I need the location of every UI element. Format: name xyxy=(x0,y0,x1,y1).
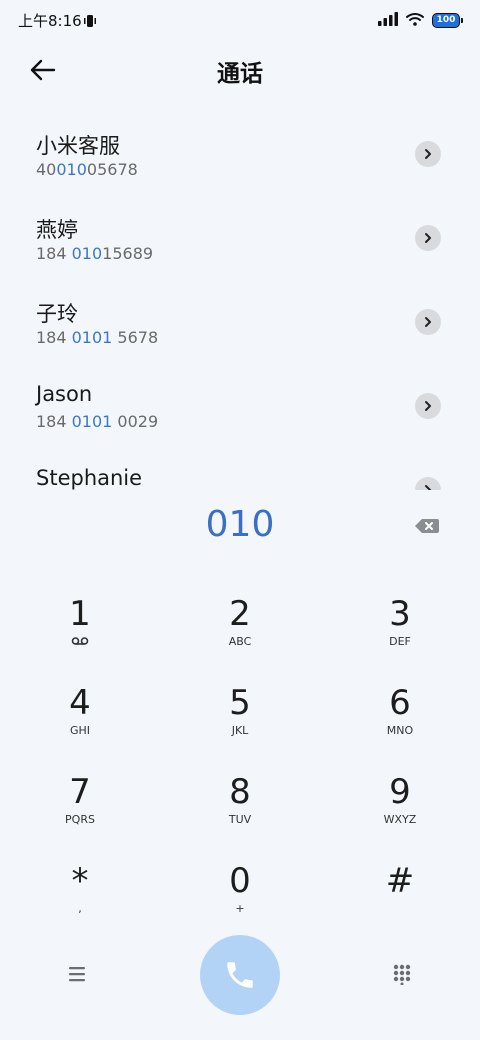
dial-display: 010 xyxy=(0,502,480,552)
key-digit: 1 xyxy=(69,594,91,634)
chevron-right-icon xyxy=(425,149,431,159)
backspace-button[interactable] xyxy=(414,516,440,536)
contact-name: 燕婷 xyxy=(36,218,78,242)
contact-name: 小米客服 xyxy=(36,134,120,158)
key-0[interactable]: 0 + xyxy=(170,861,310,941)
key-digit: 8 xyxy=(229,772,251,812)
key-digit: 6 xyxy=(389,683,411,723)
bottom-bar xyxy=(0,934,480,1016)
contact-number: 4001005678 xyxy=(36,160,138,179)
chevron-right-icon xyxy=(425,401,431,411)
contact-row[interactable]: Jason 184 0101 0029 xyxy=(0,364,480,448)
key-digit: 5 xyxy=(229,683,251,723)
key-digit: # xyxy=(385,861,415,901)
key-letters: , xyxy=(78,902,82,915)
dialpad-toggle-button[interactable] xyxy=(391,963,413,986)
key-4[interactable]: 4 GHI xyxy=(10,683,150,763)
key-letters: ABC xyxy=(228,635,252,648)
key-hash[interactable]: # xyxy=(330,861,470,941)
contact-name: Jason xyxy=(36,382,93,406)
contact-name: Stephanie xyxy=(36,466,143,490)
key-8[interactable]: 8 TUV xyxy=(170,772,310,852)
key-digit: 9 xyxy=(389,772,411,812)
contact-row[interactable]: 燕婷 184 01015689 xyxy=(0,196,480,280)
key-7[interactable]: 7 PQRS xyxy=(10,772,150,852)
dialpad-icon xyxy=(393,964,411,986)
vibrate-icon xyxy=(84,13,96,32)
contact-detail-button[interactable] xyxy=(415,225,441,251)
key-letters: MNO xyxy=(386,724,414,737)
key-9[interactable]: 9 WXYZ xyxy=(330,772,470,852)
backspace-icon xyxy=(415,519,439,533)
key-digit: 0 xyxy=(229,861,251,901)
contact-detail-button[interactable] xyxy=(415,393,441,419)
key-digit: 7 xyxy=(69,772,91,812)
status-icons: 100 xyxy=(378,11,463,30)
contact-results-list[interactable]: 小米客服 4001005678 燕婷 184 01015689 子玲 184 0… xyxy=(0,112,480,490)
contact-name: 子玲 xyxy=(36,302,78,326)
chevron-right-icon xyxy=(425,233,431,243)
status-bar: 上午8:16 100 xyxy=(0,0,480,40)
key-2[interactable]: 2 ABC xyxy=(170,594,310,674)
contact-detail-button[interactable] xyxy=(415,477,441,490)
page-title: 通话 xyxy=(217,61,263,87)
header: 通话 xyxy=(0,48,480,94)
key-1[interactable]: 1 xyxy=(10,594,150,674)
key-letters: DEF xyxy=(389,635,411,648)
contact-detail-button[interactable] xyxy=(415,141,441,167)
voicemail-icon xyxy=(10,636,150,649)
match-highlight: 0101 xyxy=(71,412,113,431)
key-star[interactable]: * , xyxy=(10,861,150,941)
menu-icon xyxy=(69,967,85,982)
dialed-number: 010 xyxy=(205,504,275,545)
key-digit: 2 xyxy=(229,594,251,634)
call-button[interactable] xyxy=(200,935,280,1015)
chevron-right-icon xyxy=(425,317,431,327)
key-letters: + xyxy=(235,902,245,915)
contact-number: 184 01015689 xyxy=(36,244,154,263)
contact-row[interactable]: Stephanie xyxy=(0,448,480,490)
key-letters: PQRS xyxy=(65,813,95,826)
key-digit: 4 xyxy=(69,683,91,723)
contact-row[interactable]: 小米客服 4001005678 xyxy=(0,112,480,196)
signal-icon xyxy=(378,11,398,30)
key-letters: GHI xyxy=(69,724,91,737)
key-digit: * xyxy=(71,861,89,901)
key-digit: 3 xyxy=(389,594,411,634)
key-3[interactable]: 3 DEF xyxy=(330,594,470,674)
key-letters: WXYZ xyxy=(383,813,417,826)
contact-detail-button[interactable] xyxy=(415,309,441,335)
key-letters xyxy=(330,903,470,915)
contact-row[interactable]: 子玲 184 0101 5678 xyxy=(0,280,480,364)
match-highlight: 0101 xyxy=(71,328,113,347)
menu-button[interactable] xyxy=(66,964,90,984)
contact-number: 184 0101 5678 xyxy=(36,328,159,347)
chevron-right-icon xyxy=(425,485,431,490)
match-highlight: 010 xyxy=(71,244,103,263)
key-6[interactable]: 6 MNO xyxy=(330,683,470,763)
key-letters: JKL xyxy=(231,724,249,737)
wifi-icon xyxy=(406,11,424,30)
phone-icon xyxy=(227,962,253,988)
contact-number: 184 0101 0029 xyxy=(36,412,159,431)
match-highlight: 010 xyxy=(56,160,87,179)
key-letters: TUV xyxy=(228,813,252,826)
key-5[interactable]: 5 JKL xyxy=(170,683,310,763)
status-time: 上午8:16 xyxy=(18,12,82,30)
battery-icon: 100 xyxy=(432,13,463,28)
